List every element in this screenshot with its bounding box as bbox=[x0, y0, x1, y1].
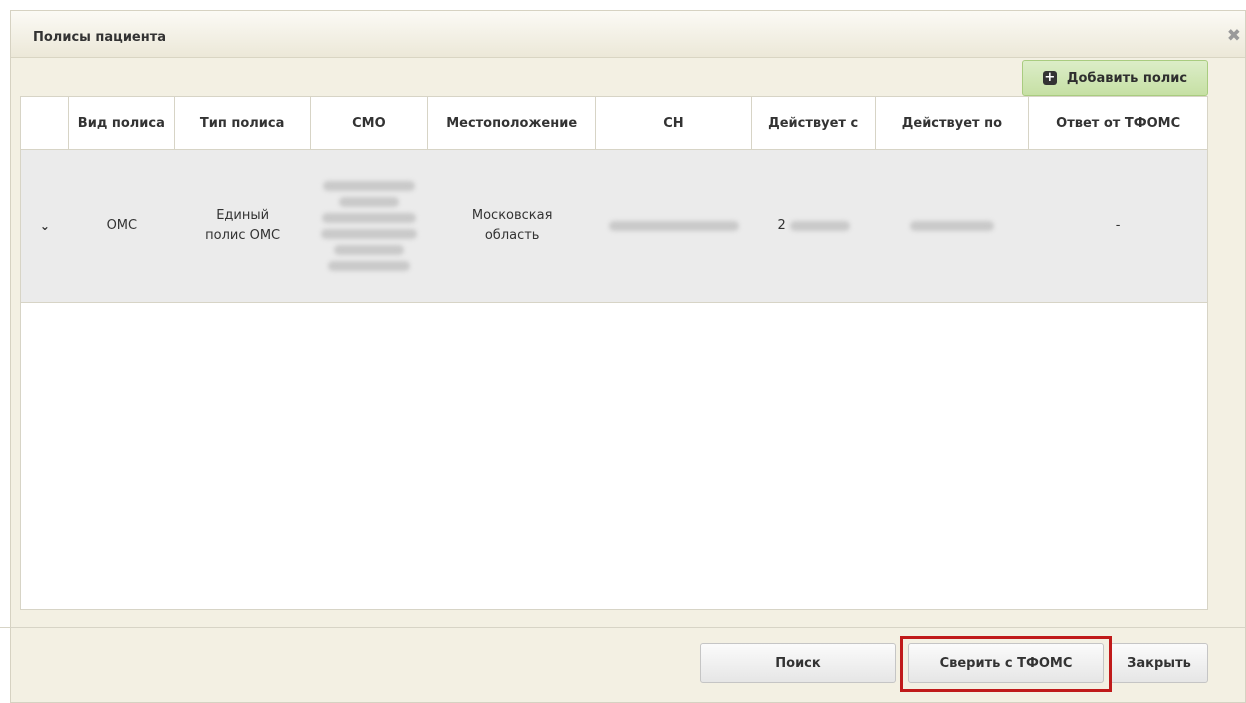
cell-location: Московская область bbox=[428, 150, 596, 302]
add-policy-button[interactable]: + Добавить полис bbox=[1022, 60, 1208, 96]
expand-cell[interactable]: ⌄ bbox=[21, 150, 69, 302]
column-header-sn[interactable]: СН bbox=[596, 97, 752, 149]
close-button[interactable]: Закрыть bbox=[1110, 643, 1208, 683]
column-header-tfoms-response[interactable]: Ответ от ТФОМС bbox=[1029, 97, 1207, 149]
valid-from-text: 2 bbox=[777, 218, 786, 233]
redacted-text bbox=[321, 181, 418, 271]
cell-valid-to-redacted bbox=[876, 150, 1030, 302]
redacted-text bbox=[910, 221, 995, 231]
add-policy-label: Добавить полис bbox=[1066, 70, 1188, 86]
redacted-text bbox=[789, 221, 850, 231]
plus-square-icon: + bbox=[1042, 70, 1057, 85]
close-icon[interactable]: ✖ bbox=[1227, 28, 1241, 45]
search-button[interactable]: Поиск bbox=[700, 643, 896, 683]
column-header-policy-type[interactable]: Тип полиса bbox=[175, 97, 311, 149]
cell-policy-kind: ОМС bbox=[106, 218, 138, 233]
cell-smo-redacted bbox=[311, 150, 429, 302]
dialog-header: Полисы пациента ✖ bbox=[11, 11, 1245, 58]
dialog-title: Полисы пациента bbox=[33, 30, 167, 45]
cell-policy-type: Единый полис ОМС bbox=[175, 150, 311, 302]
cell-valid-from: 2 bbox=[752, 150, 876, 302]
table-header: Вид полиса Тип полиса СМО Местоположение… bbox=[21, 97, 1207, 150]
column-header-smo[interactable]: СМО bbox=[311, 97, 429, 149]
column-header-expand bbox=[21, 97, 69, 149]
chevron-down-icon[interactable]: ⌄ bbox=[40, 216, 50, 236]
verify-tfoms-button[interactable]: Сверить с ТФОМС bbox=[908, 643, 1104, 683]
location-text: Московская область bbox=[471, 208, 553, 243]
policies-table: Вид полиса Тип полиса СМО Местоположение… bbox=[20, 96, 1208, 610]
cell-sn-redacted bbox=[596, 150, 752, 302]
footer-divider bbox=[0, 627, 1246, 628]
policy-type-text: Единый полис ОМС bbox=[205, 208, 281, 243]
table-row[interactable]: ⌄ ОМС Единый полис ОМС Московская област… bbox=[21, 150, 1207, 303]
column-header-valid-to[interactable]: Действует по bbox=[876, 97, 1030, 149]
redacted-text bbox=[608, 221, 739, 231]
cell-tfoms-response: - bbox=[1115, 218, 1121, 233]
column-header-location[interactable]: Местоположение bbox=[428, 97, 597, 149]
column-header-policy-kind[interactable]: Вид полиса bbox=[69, 97, 175, 149]
column-header-valid-from[interactable]: Действует с bbox=[752, 97, 876, 149]
